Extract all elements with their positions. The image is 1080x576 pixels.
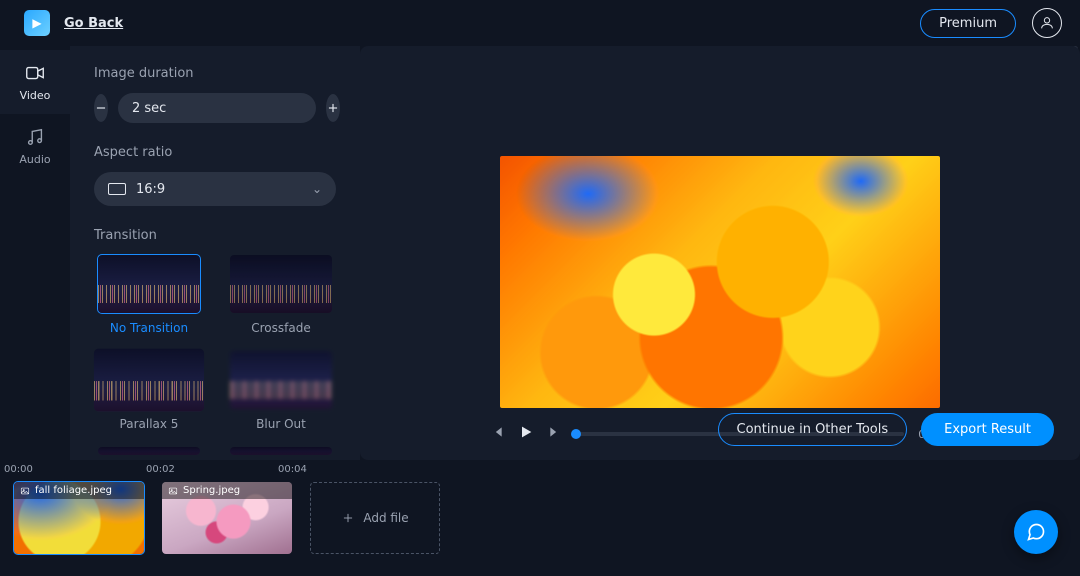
transition-peek-1[interactable] [94, 447, 204, 455]
video-preview[interactable] [500, 156, 940, 408]
timeline-clip-1[interactable]: Spring.jpeg [162, 482, 292, 554]
ruler-tick-1: 00:02 [146, 464, 175, 475]
premium-button[interactable]: Premium [920, 9, 1016, 38]
seek-handle[interactable] [571, 429, 581, 439]
app-header: ▶ Go Back Premium [0, 0, 1080, 46]
go-back-link[interactable]: Go Back [64, 16, 123, 31]
aspect-ratio-label: Aspect ratio [94, 145, 336, 160]
clip-label-1: Spring.jpeg [162, 482, 292, 499]
transition-label: Transition [94, 228, 336, 243]
transition-blur-out[interactable]: Blur Out [226, 351, 336, 431]
ruler-tick-2: 00:04 [278, 464, 307, 475]
aspect-ratio-value: 16:9 [136, 182, 165, 197]
image-duration-input[interactable] [118, 93, 316, 123]
nav-audio-label: Audio [19, 153, 50, 166]
nav-audio[interactable]: Audio [0, 114, 70, 178]
preview-frame-image [500, 156, 940, 408]
continue-other-tools-button[interactable]: Continue in Other Tools [718, 413, 908, 446]
preview-panel: 00:04 Continue in Other Tools Export Res… [360, 46, 1080, 460]
duration-increment-button[interactable] [326, 94, 340, 122]
settings-panel: Image duration Aspect ratio 16:9 ⌄ Trans… [70, 46, 360, 460]
duration-decrement-button[interactable] [94, 94, 108, 122]
timeline-ruler[interactable]: 00:00 00:02 00:04 [0, 460, 1080, 482]
nav-video-label: Video [20, 89, 51, 102]
image-icon [168, 486, 178, 496]
aspect-ratio-icon [108, 183, 126, 195]
transition-grid: No Transition Crossfade Parallax 5 Blur … [94, 255, 336, 455]
transition-parallax-5[interactable]: Parallax 5 [94, 351, 204, 431]
export-result-button[interactable]: Export Result [921, 413, 1054, 446]
image-duration-label: Image duration [94, 66, 336, 81]
timeline: 00:00 00:02 00:04 fall foliage.jpeg Spri… [0, 460, 1080, 576]
next-frame-button[interactable] [548, 425, 562, 443]
add-file-button[interactable]: Add file [310, 482, 440, 554]
app-logo-icon: ▶ [24, 10, 50, 36]
profile-icon[interactable] [1032, 8, 1062, 38]
play-button[interactable] [518, 424, 534, 444]
prev-frame-button[interactable] [490, 425, 504, 443]
transition-crossfade[interactable]: Crossfade [226, 255, 336, 335]
help-fab-button[interactable] [1014, 510, 1058, 554]
clip-label-0: fall foliage.jpeg [14, 482, 144, 499]
chevron-down-icon: ⌄ [312, 182, 322, 196]
left-nav: Video Audio [0, 50, 70, 178]
ruler-tick-0: 00:00 [4, 464, 33, 475]
transition-peek-2[interactable] [226, 447, 336, 455]
timeline-clip-0[interactable]: fall foliage.jpeg [14, 482, 144, 554]
image-icon [20, 486, 30, 496]
nav-video[interactable]: Video [0, 50, 70, 114]
transition-no-transition[interactable]: No Transition [94, 255, 204, 335]
aspect-ratio-select[interactable]: 16:9 ⌄ [94, 172, 336, 206]
